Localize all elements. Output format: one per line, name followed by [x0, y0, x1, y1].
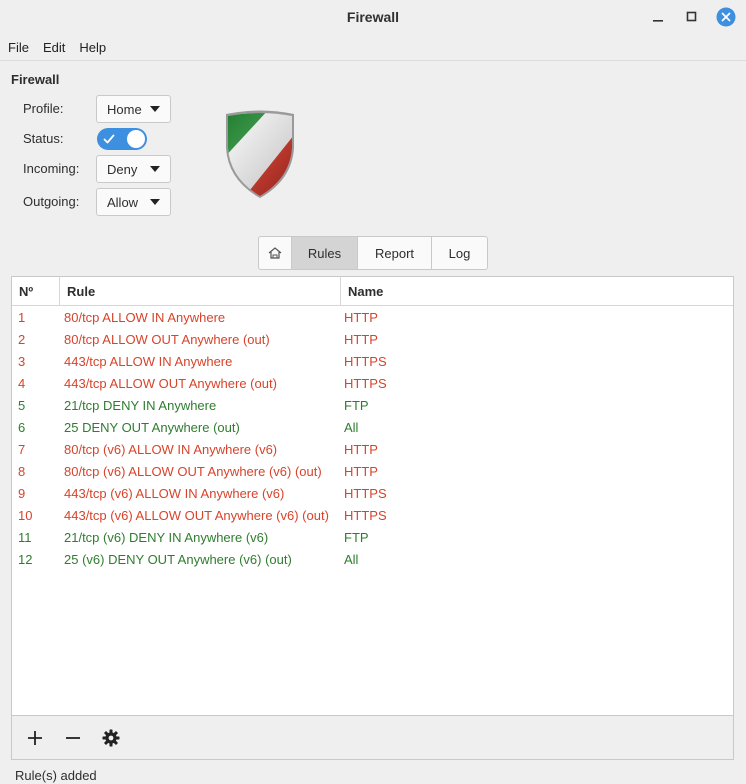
firewall-shield-icon	[222, 108, 298, 203]
cell-rule: 443/tcp (v6) ALLOW OUT Anywhere (v6) (ou…	[64, 508, 329, 523]
cell-rule: 443/tcp (v6) ALLOW IN Anywhere (v6)	[64, 486, 285, 501]
window-controls	[648, 7, 736, 27]
profile-value: Home	[107, 101, 142, 117]
outgoing-value: Allow	[107, 194, 139, 210]
table-row[interactable]: 8 80/tcp (v6) ALLOW OUT Anywhere (v6) (ou…	[12, 461, 733, 483]
cell-rule: 443/tcp ALLOW IN Anywhere	[64, 354, 233, 369]
cell-name: HTTPS	[344, 508, 387, 523]
table-row[interactable]: 1 80/tcp ALLOW IN Anywhere HTTP	[12, 307, 733, 329]
minimize-icon	[653, 20, 663, 22]
cell-rule: 21/tcp DENY IN Anywhere	[64, 398, 217, 413]
title-bar: Firewall	[0, 0, 746, 34]
cell-rule: 25 DENY OUT Anywhere (out)	[64, 420, 240, 435]
menu-bar: File Edit Help	[0, 34, 746, 61]
cell-rule: 443/tcp ALLOW OUT Anywhere (out)	[64, 376, 277, 391]
table-row[interactable]: 12 25 (v6) DENY OUT Anywhere (v6) (out) Al…	[12, 549, 733, 571]
table-row[interactable]: 11 21/tcp (v6) DENY IN Anywhere (v6) FTP	[12, 527, 733, 549]
cell-number: 3	[18, 354, 26, 369]
cell-number: 10	[18, 508, 33, 523]
tab-rules[interactable]: Rules	[292, 237, 358, 269]
add-icon	[28, 730, 42, 745]
cell-rule: 21/tcp (v6) DENY IN Anywhere (v6)	[64, 530, 269, 545]
incoming-dropdown[interactable]: Deny	[96, 155, 171, 183]
remove-icon	[66, 736, 80, 739]
profile-dropdown[interactable]: Home	[96, 95, 171, 123]
outgoing-dropdown[interactable]: Allow	[96, 188, 171, 216]
view-tabs: Rules Report Log	[258, 236, 488, 270]
chevron-down-icon	[150, 166, 160, 172]
add-rule-button[interactable]	[24, 727, 46, 749]
tab-log[interactable]: Log	[432, 237, 487, 269]
home-icon	[268, 247, 282, 259]
table-row[interactable]: 10 443/tcp (v6) ALLOW OUT Anywhere (v6) (…	[12, 505, 733, 527]
cell-name: HTTP	[344, 310, 378, 325]
table-row[interactable]: 7 80/tcp (v6) ALLOW IN Anywhere (v6) HTTP	[12, 439, 733, 461]
table-row[interactable]: 6 25 DENY OUT Anywhere (out) All	[12, 417, 733, 439]
cell-number: 4	[18, 376, 26, 391]
table-row[interactable]: 4 443/tcp ALLOW OUT Anywhere (out) HTTPS	[12, 373, 733, 395]
cell-name: HTTPS	[344, 486, 387, 501]
cell-number: 7	[18, 442, 26, 457]
cell-name: FTP	[344, 530, 369, 545]
menu-edit[interactable]: Edit	[43, 40, 65, 55]
cell-name: HTTP	[344, 464, 378, 479]
cell-number: 6	[18, 420, 26, 435]
gear-icon	[102, 729, 120, 746]
rules-toolbar	[11, 716, 734, 760]
table-row[interactable]: 5 21/tcp DENY IN Anywhere FTP	[12, 395, 733, 417]
incoming-value: Deny	[107, 161, 138, 177]
cell-number: 12	[18, 552, 33, 567]
column-header-rule[interactable]: Rule	[59, 277, 340, 305]
close-button[interactable]	[716, 7, 736, 27]
chevron-down-icon	[150, 199, 160, 205]
maximize-icon	[686, 11, 697, 22]
cell-name: HTTP	[344, 442, 378, 457]
menu-file[interactable]: File	[8, 40, 29, 55]
cell-number: 2	[18, 332, 26, 347]
outgoing-label: Outgoing:	[23, 194, 80, 209]
check-icon	[103, 134, 115, 144]
table-row[interactable]: 9 443/tcp (v6) ALLOW IN Anywhere (v6) HTTP…	[12, 483, 733, 505]
cell-name: HTTPS	[344, 376, 387, 391]
minimize-button[interactable]	[648, 7, 668, 27]
maximize-button[interactable]	[682, 7, 702, 27]
column-header-number[interactable]: Nº	[12, 277, 59, 305]
cell-name: All	[344, 552, 359, 567]
cell-rule: 80/tcp (v6) ALLOW OUT Anywhere (v6) (out…	[64, 464, 322, 479]
column-header-name[interactable]: Name	[340, 277, 733, 305]
cell-rule: 80/tcp ALLOW OUT Anywhere (out)	[64, 332, 270, 347]
edit-rule-button[interactable]	[100, 727, 122, 749]
cell-rule: 25 (v6) DENY OUT Anywhere (v6) (out)	[64, 552, 292, 567]
cell-number: 5	[18, 398, 26, 413]
status-label: Status:	[23, 131, 64, 146]
cell-number: 9	[18, 486, 26, 501]
cell-name: All	[344, 420, 359, 435]
incoming-label: Incoming:	[23, 161, 80, 176]
cell-name: HTTPS	[344, 354, 387, 369]
tab-home[interactable]	[259, 237, 292, 269]
cell-rule: 80/tcp ALLOW IN Anywhere	[64, 310, 226, 325]
menu-help[interactable]: Help	[79, 40, 106, 55]
table-header: Nº Rule Name	[12, 277, 733, 306]
close-icon	[716, 7, 736, 27]
window-title: Firewall	[346, 9, 400, 25]
status-toggle[interactable]	[97, 128, 147, 150]
cell-name: FTP	[344, 398, 369, 413]
cell-number: 8	[18, 464, 26, 479]
rules-table: Nº Rule Name 1 80/tcp ALLOW IN Anywhere HT…	[11, 276, 734, 716]
cell-name: HTTP	[344, 332, 378, 347]
status-text: Rule(s) added	[15, 768, 97, 783]
toggle-knob	[127, 130, 145, 148]
tab-report[interactable]: Report	[358, 237, 432, 269]
chevron-down-icon	[150, 106, 160, 112]
cell-rule: 80/tcp (v6) ALLOW IN Anywhere (v6)	[64, 442, 278, 457]
table-row[interactable]: 2 80/tcp ALLOW OUT Anywhere (out) HTTP	[12, 329, 733, 351]
section-title: Firewall	[11, 72, 60, 87]
profile-label: Profile:	[23, 101, 64, 116]
cell-number: 1	[18, 310, 26, 325]
remove-rule-button[interactable]	[62, 727, 84, 749]
table-row[interactable]: 3 443/tcp ALLOW IN Anywhere HTTPS	[12, 351, 733, 373]
cell-number: 11	[18, 530, 32, 545]
